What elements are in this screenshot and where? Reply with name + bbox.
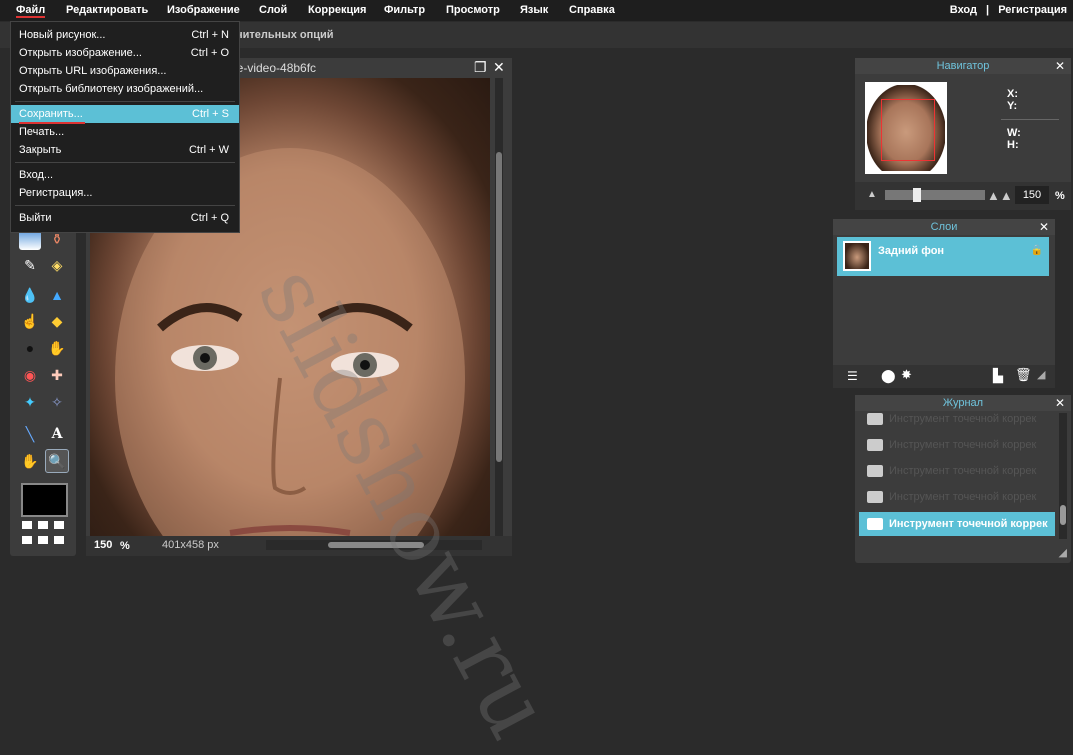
pinch-tool-icon[interactable]: ✧: [46, 391, 68, 413]
navigator-zoom-unit: %: [1055, 190, 1065, 202]
file-menu: Новый рисунок... Ctrl + N Открыть изображ…: [10, 21, 240, 233]
color-picker-icon[interactable]: ╲: [19, 423, 41, 445]
color-swatch[interactable]: [21, 483, 68, 517]
account-links: Вход | Регистрация: [950, 4, 1067, 16]
swatch-square: [54, 536, 64, 544]
nav-y-label: Y:: [1007, 100, 1018, 112]
swatch-square: [22, 521, 32, 529]
color-replace-icon[interactable]: ✎: [19, 254, 41, 276]
menu-item-register[interactable]: Регистрация...: [11, 184, 239, 202]
zoom-tool-icon[interactable]: 🔍: [45, 449, 69, 473]
layers-title: Слои: [930, 221, 958, 233]
history-close-icon[interactable]: ✕: [1055, 396, 1065, 410]
paint-bucket-icon[interactable]: ◈: [46, 254, 68, 276]
menu-item-open-url[interactable]: Открыть URL изображения...: [11, 62, 239, 80]
options-text: нительных опций: [236, 29, 334, 41]
navigator-thumbnail[interactable]: [865, 82, 947, 174]
red-eye-tool-icon[interactable]: ◉: [19, 364, 41, 386]
nav-w-label: W:: [1007, 127, 1021, 139]
history-item[interactable]: Инструмент точечной коррек: [859, 459, 1055, 483]
layer-style-icon[interactable]: ☰: [847, 369, 858, 383]
navigator-zoom-input[interactable]: 150: [1015, 186, 1049, 204]
layers-toolbar: ☰ ⬤ ✸ ▙ 🗑 ◢: [833, 365, 1055, 388]
menu-help[interactable]: Справка: [569, 4, 615, 16]
zoom-value[interactable]: 150: [94, 539, 112, 551]
text-tool-icon[interactable]: A: [46, 423, 68, 445]
swatch-square: [22, 536, 32, 544]
nav-h-label: H:: [1007, 139, 1019, 151]
layer-name: Задний фон: [878, 245, 945, 257]
menu-item-save[interactable]: Сохранить... Ctrl + S: [11, 105, 239, 123]
menu-item-exit[interactable]: Выйти Ctrl + Q: [11, 209, 239, 227]
menu-item-open[interactable]: Открыть изображение... Ctrl + O: [11, 44, 239, 62]
layer-thumbnail: [843, 241, 871, 271]
menu-adjust[interactable]: Коррекция: [308, 4, 366, 16]
swatch-square: [38, 536, 48, 544]
sharpen-tool-icon[interactable]: ▲: [46, 284, 68, 306]
menu-image[interactable]: Изображение: [167, 4, 240, 16]
layers-panel: Слои ✕ Задний фон 🔒 ☰ ⬤ ✸ ▙ 🗑 ◢: [833, 219, 1055, 388]
zoom-unit: %: [120, 540, 130, 552]
history-item-selected[interactable]: Инструмент точечной коррек: [859, 512, 1055, 536]
menu-item-login[interactable]: Вход...: [11, 166, 239, 184]
delete-layer-icon[interactable]: 🗑: [1015, 367, 1032, 383]
zoom-slider[interactable]: [885, 188, 985, 202]
navigator-title: Навигатор: [936, 60, 990, 72]
history-panel: Журнал ✕ Инструмент точечной коррек Инстр…: [855, 395, 1071, 563]
login-link[interactable]: Вход: [950, 4, 977, 16]
burn-tool-icon[interactable]: ●: [19, 337, 41, 359]
sponge-tool-icon[interactable]: ◆: [46, 310, 68, 332]
navigator-panel: Навигатор ✕ X: Y: W: H: ▲ ▲▲ 150 %: [855, 58, 1071, 210]
menu-item-print[interactable]: Печать...: [11, 123, 239, 141]
layer-mask-icon[interactable]: ⬤: [881, 368, 896, 384]
resize-grip-icon[interactable]: ◢: [1059, 546, 1067, 559]
register-link[interactable]: Регистрация: [998, 4, 1067, 16]
history-item[interactable]: Инструмент точечной коррек: [859, 485, 1055, 509]
layer-effects-icon[interactable]: ✸: [901, 367, 912, 383]
navigator-header: Навигатор ✕: [855, 58, 1071, 74]
smudge-tool-icon[interactable]: ☝: [19, 310, 41, 332]
resize-grip-icon[interactable]: ◢: [1037, 368, 1045, 381]
horizontal-scrollbar[interactable]: [266, 540, 482, 550]
history-item[interactable]: Инструмент точечной коррек: [859, 407, 1055, 431]
vertical-scrollbar[interactable]: [495, 78, 503, 536]
layer-row[interactable]: Задний фон 🔒: [837, 237, 1049, 276]
menu-language[interactable]: Язык: [520, 4, 548, 16]
menu-item-open-library[interactable]: Открыть библиотеку изображений...: [11, 80, 239, 98]
swatch-square: [38, 521, 48, 529]
menu-file[interactable]: Файл: [16, 4, 46, 18]
bloat-tool-icon[interactable]: ✦: [19, 391, 41, 413]
new-layer-icon[interactable]: ▙: [993, 368, 1003, 384]
image-size: 401x458 px: [162, 539, 219, 551]
menu-layer[interactable]: Слой: [259, 4, 287, 16]
layers-close-icon[interactable]: ✕: [1039, 220, 1049, 234]
menu-item-close[interactable]: Закрыть Ctrl + W: [11, 141, 239, 159]
menu-filter[interactable]: Фильтр: [384, 4, 425, 16]
dodge-tool-icon[interactable]: ✋: [46, 337, 68, 359]
zoom-out-icon[interactable]: ▲: [867, 189, 877, 200]
menu-view[interactable]: Просмотр: [446, 4, 500, 16]
spot-heal-tool-icon[interactable]: ✚: [46, 364, 68, 386]
nav-x-label: X:: [1007, 88, 1018, 100]
history-item[interactable]: Инструмент точечной коррек: [859, 433, 1055, 457]
tools-panel: ⚱ ✎ ◈ 💧 ▲ ☝ ◆ ● ✋ ◉ ✚ ✦ ✧ ╲ A ✋ 🔍: [10, 200, 76, 556]
blur-tool-icon[interactable]: 💧: [19, 284, 41, 306]
history-scrollbar[interactable]: [1059, 413, 1067, 539]
menu-edit[interactable]: Редактировать: [66, 4, 148, 16]
navigator-close-icon[interactable]: ✕: [1055, 59, 1065, 73]
navigator-zoom-bar: ▲ ▲▲ 150 %: [855, 182, 1071, 210]
swatch-square: [54, 521, 64, 529]
close-icon[interactable]: ✕: [493, 59, 505, 76]
divider: |: [986, 4, 990, 16]
lock-icon: 🔒: [1030, 245, 1043, 256]
zoom-in-icon[interactable]: ▲▲: [987, 188, 1013, 203]
restore-icon[interactable]: ❐: [474, 59, 487, 76]
menubar: Файл Редактировать Изображение Слой Корр…: [0, 0, 1073, 21]
hand-tool-icon[interactable]: ✋: [19, 450, 41, 472]
document-status-bar: 150 % 401x458 px: [86, 536, 512, 556]
layers-header: Слои ✕: [833, 219, 1055, 235]
menu-item-new[interactable]: Новый рисунок... Ctrl + N: [11, 26, 239, 44]
